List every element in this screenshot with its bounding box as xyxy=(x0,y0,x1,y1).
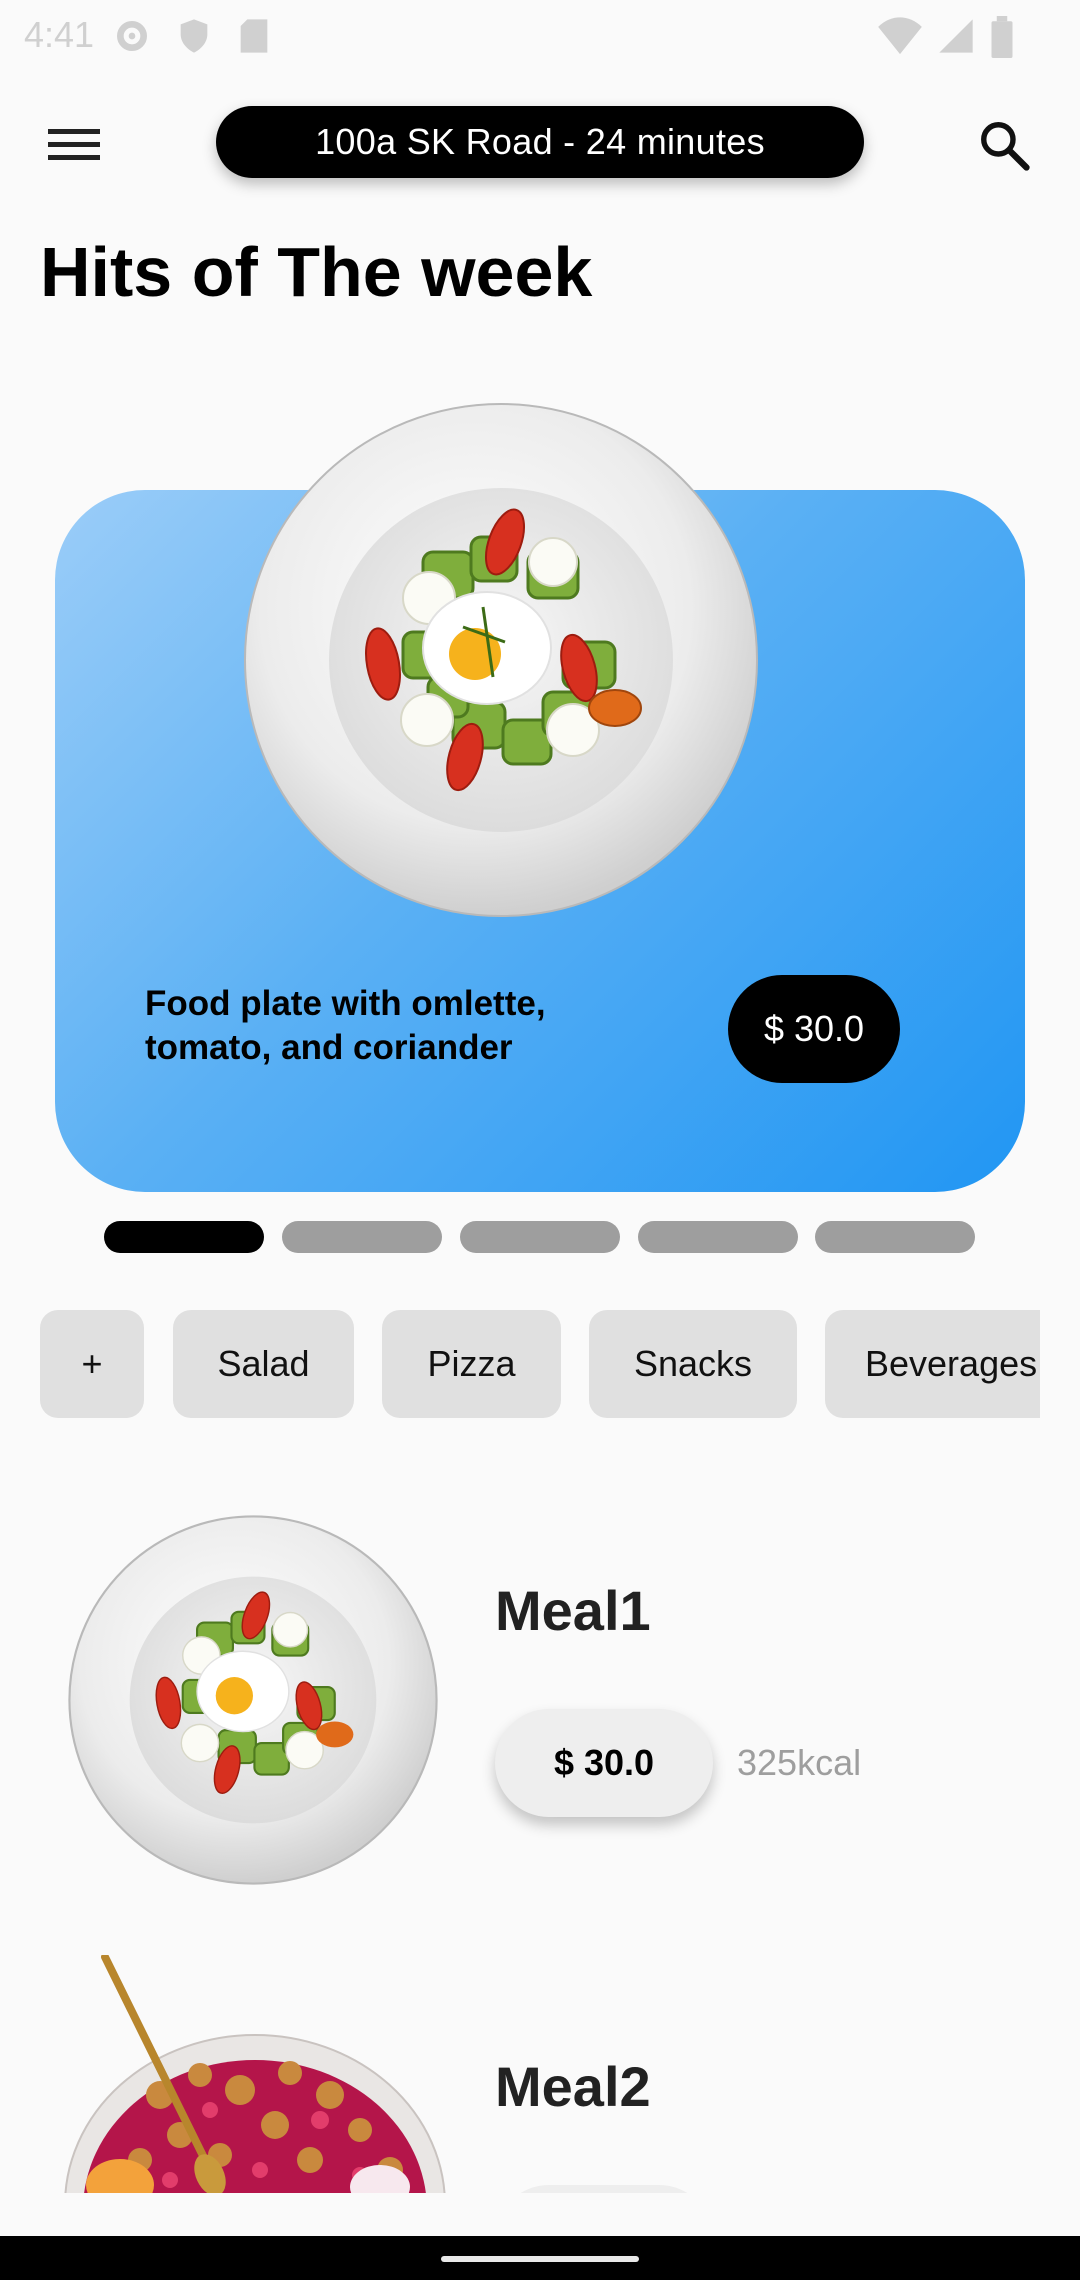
carousel-indicator[interactable] xyxy=(815,1221,975,1253)
app-screen: 4:41 100a SK Road - 24 minutes Hits of T… xyxy=(0,0,1080,2280)
chip-label: Pizza xyxy=(427,1343,516,1384)
category-chip-salad[interactable]: Salad xyxy=(173,1310,354,1418)
featured-meal-image xyxy=(243,402,759,918)
chip-label: Salad xyxy=(217,1343,310,1384)
hamburger-menu-icon xyxy=(48,127,100,168)
delivery-address-pill[interactable]: 100a SK Road - 24 minutes xyxy=(216,106,864,178)
meal-name: Meal2 xyxy=(495,2055,651,2118)
battery-icon xyxy=(990,16,1014,63)
chip-label: + xyxy=(81,1343,103,1384)
status-time: 4:41 xyxy=(24,14,95,55)
shield-icon xyxy=(174,16,214,61)
category-chip-add[interactable]: + xyxy=(40,1310,144,1418)
search-button[interactable] xyxy=(960,112,1048,182)
carousel-indicator[interactable] xyxy=(460,1221,620,1253)
menu-button[interactable] xyxy=(30,112,118,182)
carousel-indicator[interactable] xyxy=(104,1221,264,1253)
chip-label: Beverages xyxy=(865,1343,1038,1384)
meal-name: Meal1 xyxy=(495,1579,651,1642)
meal-price-button[interactable] xyxy=(495,2185,713,2193)
sd-card-icon xyxy=(236,16,272,61)
category-chip-snacks[interactable]: Snacks xyxy=(589,1310,797,1418)
wifi-icon xyxy=(878,16,922,61)
delivery-address-text: 100a SK Road - 24 minutes xyxy=(315,121,765,162)
category-chip-beverages[interactable]: Beverages xyxy=(825,1310,1040,1418)
home-indicator[interactable] xyxy=(441,2256,639,2262)
app-bar: 100a SK Road - 24 minutes xyxy=(0,90,1080,200)
featured-meal-price-button[interactable]: $ 30.0 xyxy=(728,975,900,1083)
featured-meal-price: $ 30.0 xyxy=(763,1008,865,1049)
meal-price: $ 30.0 xyxy=(553,1742,655,1783)
settings-icon xyxy=(112,16,152,61)
category-chip-pizza[interactable]: Pizza xyxy=(382,1310,561,1418)
page-title: Hits of The week xyxy=(40,233,593,311)
search-icon xyxy=(977,118,1031,177)
meal-image[interactable] xyxy=(68,1515,438,1885)
carousel-indicator[interactable] xyxy=(638,1221,798,1253)
meal-image[interactable] xyxy=(60,1955,450,2193)
meal-kcal: 325kcal xyxy=(737,1742,862,1783)
status-bar: 4:41 xyxy=(0,0,1080,70)
carousel-indicator[interactable] xyxy=(282,1221,442,1253)
featured-meal-caption: Food plate with omlette, tomato, and cor… xyxy=(145,984,546,1067)
signal-icon xyxy=(936,16,976,61)
category-chips: + Salad Pizza Snacks Beverages xyxy=(40,1310,1040,1418)
meal-price-button[interactable]: $ 30.0 xyxy=(495,1709,713,1817)
chip-label: Snacks xyxy=(633,1343,753,1384)
